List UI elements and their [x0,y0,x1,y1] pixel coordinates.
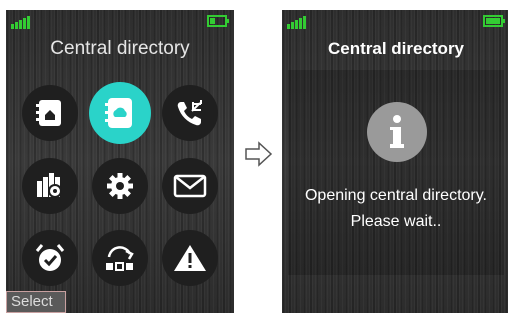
loading-screen: Central directory Opening central direct… [282,10,508,313]
signal-strength-icon [11,14,35,29]
status-message-line1: Opening central directory. [304,187,487,204]
shortcut-icon[interactable] [92,230,148,286]
arrow-right-icon [244,140,274,168]
alarm-icon[interactable] [22,230,78,286]
alert-icon[interactable] [162,230,218,286]
menu-screen: Central directory Select [6,10,234,313]
signal-strength-icon [287,14,311,29]
profiles-icon[interactable] [22,158,78,214]
status-message-line2: Please wait.. [350,213,442,230]
page-title: Central directory [50,38,190,59]
dialog-panel [288,70,504,275]
messages-icon[interactable] [162,158,218,214]
battery-icon [483,15,505,27]
settings-icon[interactable] [92,158,148,214]
select-softkey[interactable]: Select [6,291,66,313]
battery-icon [207,15,229,27]
call-list-icon[interactable] [162,85,218,141]
info-icon [367,102,427,162]
phonebook-icon[interactable] [22,85,78,141]
page-title: Central directory [327,39,465,58]
central-directory-icon[interactable] [89,82,151,144]
